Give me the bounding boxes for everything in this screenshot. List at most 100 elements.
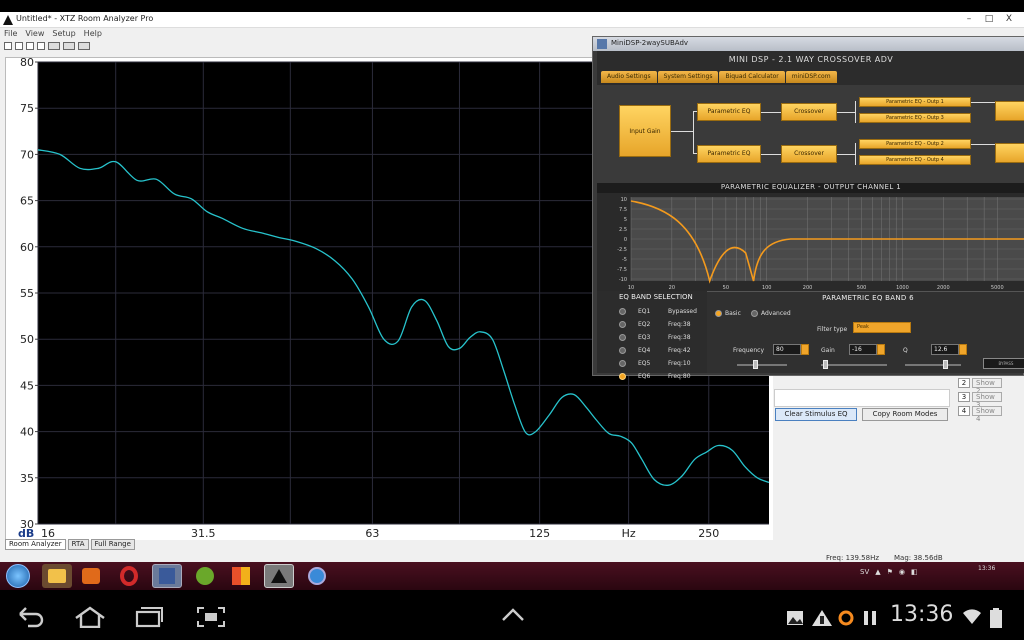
- menu-view[interactable]: View: [25, 28, 44, 40]
- q-input[interactable]: 12.6: [931, 344, 959, 355]
- recent-apps-icon[interactable]: [134, 606, 164, 628]
- tray-arrow-icon[interactable]: ▲: [875, 568, 880, 576]
- home-icon[interactable]: [74, 606, 106, 628]
- tab-room-analyzer[interactable]: Room Analyzer: [5, 539, 66, 550]
- close-button[interactable]: X: [1000, 13, 1018, 25]
- tab-minidsp-com[interactable]: miniDSP.com: [785, 71, 837, 83]
- tab-system-settings[interactable]: System Settings: [657, 71, 719, 83]
- screenshot-icon[interactable]: [196, 606, 226, 628]
- tab-biquad-calculator[interactable]: Biquad Calculator: [719, 71, 785, 83]
- tab-rta[interactable]: RTA: [67, 539, 89, 550]
- office-icon[interactable]: [226, 564, 256, 588]
- parametric-eq-outp-3-block[interactable]: Parametric EQ - Outp 3: [859, 113, 971, 123]
- eq-band-row[interactable]: EQ2 Freq:38: [619, 318, 697, 331]
- tab-audio-settings[interactable]: Audio Settings: [601, 71, 657, 83]
- gain-slider[interactable]: [821, 364, 887, 366]
- frequency-slider[interactable]: [737, 364, 787, 366]
- taskbar-clock[interactable]: 13:36: [978, 565, 995, 572]
- parametric-eq-block-1[interactable]: Parametric EQ: [697, 103, 761, 121]
- spotify-icon[interactable]: [190, 564, 220, 588]
- gain-slider-knob[interactable]: [823, 360, 828, 369]
- band-radio-eq6[interactable]: [619, 373, 626, 380]
- parametric-eq-outp-1-block[interactable]: Parametric EQ - Outp 1: [859, 97, 971, 107]
- internet-explorer-icon[interactable]: [302, 564, 332, 588]
- minidsp-titlebar[interactable]: MiniDSP-2waySUBAdv: [593, 37, 1024, 51]
- media-player-icon[interactable]: [76, 564, 106, 588]
- crossover-block-1[interactable]: Crossover: [781, 103, 837, 121]
- eq-band-row[interactable]: EQ6 Freq:80: [619, 370, 697, 383]
- menu-help[interactable]: Help: [84, 28, 102, 40]
- xtz-window-title: Untitled* - XTZ Room Analyzer Pro: [16, 14, 154, 23]
- parametric-eq-outp-4-block[interactable]: Parametric EQ - Outp 4: [859, 155, 971, 165]
- maximize-button[interactable]: □: [980, 13, 998, 25]
- wire: [971, 144, 995, 145]
- open-file-icon[interactable]: [15, 42, 23, 50]
- explorer-icon[interactable]: [42, 564, 72, 588]
- input-gain-block[interactable]: Input Gain: [619, 105, 671, 157]
- menu-file[interactable]: File: [4, 28, 17, 40]
- band-radio-eq2[interactable]: [619, 321, 626, 328]
- start-button[interactable]: [6, 564, 30, 588]
- filter-type-dropdown[interactable]: Peak: [853, 322, 911, 333]
- frequency-input[interactable]: 80: [773, 344, 801, 355]
- eq-band-row[interactable]: EQ5 Freq:10: [619, 357, 697, 370]
- band-panel-title: PARAMETRIC EQ BAND 6: [822, 294, 914, 302]
- show-4-button[interactable]: Show 4: [972, 406, 1002, 423]
- minimize-button[interactable]: –: [960, 13, 978, 25]
- show-2-button[interactable]: Show 2: [972, 378, 1002, 395]
- eq-band-row[interactable]: EQ1 Bypassed: [619, 305, 697, 318]
- basic-radio[interactable]: [715, 310, 722, 317]
- toolbar-mode-1-icon[interactable]: [48, 42, 60, 50]
- minidsp-taskbar-icon[interactable]: [152, 564, 182, 588]
- toolbar-mode-3-icon[interactable]: [78, 42, 90, 50]
- print-icon[interactable]: [37, 42, 45, 50]
- tray-network-icon[interactable]: ◉: [899, 568, 905, 576]
- gain-input[interactable]: -16: [849, 344, 877, 355]
- toolbar-mode-2-icon[interactable]: [63, 42, 75, 50]
- output-block-2[interactable]: [995, 143, 1024, 163]
- band-label: EQ3: [638, 334, 651, 341]
- q-slider-knob[interactable]: [943, 360, 948, 369]
- tab-full-range[interactable]: Full Range: [90, 539, 135, 550]
- parametric-eq-block-2[interactable]: Parametric EQ: [697, 145, 761, 163]
- gain-spinner[interactable]: [877, 344, 885, 355]
- new-file-icon[interactable]: [4, 42, 12, 50]
- wire: [761, 154, 781, 155]
- basic-option[interactable]: Basic: [715, 310, 741, 317]
- tray-flag-icon[interactable]: ⚑: [887, 568, 893, 576]
- output-block-1[interactable]: [995, 101, 1024, 121]
- band-radio-eq1[interactable]: [619, 308, 626, 315]
- wire: [837, 112, 855, 113]
- frequency-slider-knob[interactable]: [753, 360, 758, 369]
- menu-setup[interactable]: Setup: [52, 28, 75, 40]
- q-spinner[interactable]: [959, 344, 967, 355]
- clear-stimulus-eq-button[interactable]: Clear Stimulus EQ: [775, 408, 857, 421]
- band-radio-eq5[interactable]: [619, 360, 626, 367]
- save-icon[interactable]: [26, 42, 34, 50]
- status-clock: 13:36: [890, 602, 954, 627]
- band-radio-eq3[interactable]: [619, 334, 626, 341]
- advanced-radio[interactable]: [751, 310, 758, 317]
- minidsp-content: MINI DSP - 2.1 WAY CROSSOVER ADV Audio S…: [597, 51, 1024, 380]
- eq-band-row[interactable]: EQ3 Freq:38: [619, 331, 697, 344]
- eq-band-selection: EQ BAND SELECTION EQ1 Bypassed EQ2 Freq:38…: [619, 293, 697, 383]
- bypass-button[interactable]: BYPASS: [983, 358, 1024, 369]
- band-radio-eq4[interactable]: [619, 347, 626, 354]
- wire: [855, 101, 856, 123]
- chevron-up-icon[interactable]: [500, 606, 526, 624]
- q-slider[interactable]: [905, 364, 961, 366]
- notes-box: [774, 389, 950, 407]
- tray-volume-icon[interactable]: ◧: [911, 568, 918, 576]
- eq-y-tick-label: 7.5: [619, 207, 627, 213]
- frequency-spinner[interactable]: [801, 344, 809, 355]
- tray-language[interactable]: SV: [860, 568, 869, 576]
- parametric-eq-outp-2-block[interactable]: Parametric EQ - Outp 2: [859, 139, 971, 149]
- advanced-option[interactable]: Advanced: [751, 310, 791, 317]
- show-3-button[interactable]: Show 3: [972, 392, 1002, 409]
- copy-room-modes-button[interactable]: Copy Room Modes: [862, 408, 948, 421]
- eq-band-row[interactable]: EQ4 Freq:42: [619, 344, 697, 357]
- crossover-block-2[interactable]: Crossover: [781, 145, 837, 163]
- xtz-taskbar-icon[interactable]: [264, 564, 294, 588]
- back-icon[interactable]: [16, 606, 46, 628]
- opera-icon[interactable]: [114, 564, 144, 588]
